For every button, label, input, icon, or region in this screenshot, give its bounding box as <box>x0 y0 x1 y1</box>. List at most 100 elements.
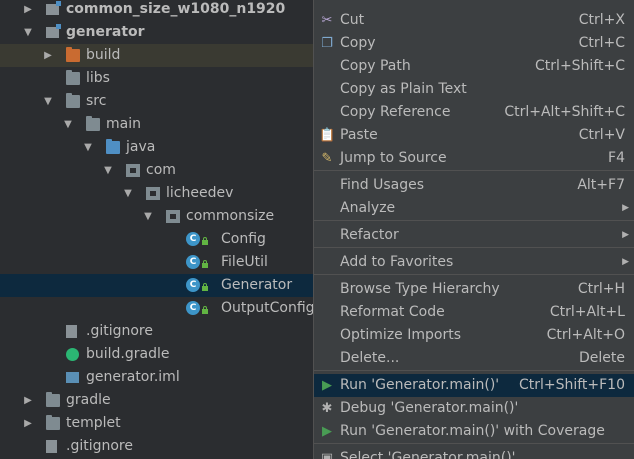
file-icon <box>46 440 57 453</box>
expand-arrow-icon[interactable]: ▼ <box>42 90 54 113</box>
tree-row[interactable]: C Generator <box>0 274 316 297</box>
class-icon: C <box>186 278 200 292</box>
iml-icon <box>66 372 79 383</box>
tree-row[interactable]: .gitignore <box>0 435 316 458</box>
menu-item-browse-type-hierarchy[interactable]: Browse Type Hierarchy Ctrl+H <box>314 278 634 301</box>
tree-row[interactable]: ▶ common_size_w1080_n1920 <box>0 0 316 21</box>
gradle-icon <box>66 348 79 361</box>
expand-arrow-icon[interactable]: ▼ <box>122 182 134 205</box>
module-icon <box>46 24 61 38</box>
menu-item-label: Copy as Plain Text <box>340 81 467 97</box>
menu-item-analyze[interactable]: Analyze ▶ <box>314 197 634 220</box>
menu-item-shortcut: Ctrl+Alt+Shift+C <box>504 104 625 120</box>
tree-row-label: build.gradle <box>86 346 170 362</box>
tree-row[interactable]: generator.iml <box>0 366 316 389</box>
menu-item-label: Jump to Source <box>340 150 447 166</box>
tree-row[interactable]: ▼ generator <box>0 21 316 44</box>
tree-row-label: .gitignore <box>66 438 133 454</box>
tree-row-label: commonsize <box>186 208 275 224</box>
menu-separator <box>314 443 634 444</box>
menu-item-label: Debug 'Generator.main()' <box>340 400 519 416</box>
menu-separator <box>314 170 634 171</box>
tree-row[interactable]: ▼ licheedev <box>0 182 316 205</box>
tree-row[interactable]: build.gradle <box>0 343 316 366</box>
tree-row-label: generator.iml <box>86 369 180 385</box>
menu-item-shortcut: Ctrl+V <box>578 127 625 143</box>
menu-item-label: Reformat Code <box>340 304 445 320</box>
package-icon <box>166 210 180 223</box>
lock-icon <box>202 237 208 245</box>
expand-arrow-icon[interactable]: ▼ <box>22 21 34 44</box>
menu-item-copy[interactable]: ❐ Copy Ctrl+C <box>314 32 634 55</box>
collapse-arrow-icon[interactable]: ▶ <box>42 44 54 67</box>
menu-item-label: Paste <box>340 127 378 143</box>
expand-arrow-icon[interactable]: ▼ <box>102 159 114 182</box>
menu-item-find-usages[interactable]: Find Usages Alt+F7 <box>314 174 634 197</box>
tree-row[interactable]: ▼ java <box>0 136 316 159</box>
submenu-arrow-icon: ▶ <box>622 203 629 213</box>
menu-item-label: Optimize Imports <box>340 327 461 343</box>
expand-arrow-icon[interactable]: ▼ <box>142 205 154 228</box>
tree-row[interactable]: ▼ src <box>0 90 316 113</box>
menu-item-label: Run 'Generator.main()' with Coverage <box>340 423 605 439</box>
tree-row-label: Generator <box>221 277 293 293</box>
expand-arrow-icon[interactable]: ▼ <box>82 136 94 159</box>
menu-item-optimize-imports[interactable]: Optimize Imports Ctrl+Alt+O <box>314 324 634 347</box>
menu-item-shortcut: Ctrl+Shift+C <box>535 58 625 74</box>
menu-separator <box>314 247 634 248</box>
menu-item-run-generator-main[interactable]: ▶ Run 'Generator.main()' Ctrl+Shift+F10 <box>314 374 634 397</box>
menu-separator <box>314 370 634 371</box>
collapse-arrow-icon[interactable]: ▶ <box>22 389 34 412</box>
menu-item-add-to-favorites[interactable]: Add to Favorites ▶ <box>314 251 634 274</box>
scissors-icon: ✂ <box>321 13 333 28</box>
tree-row[interactable]: libs <box>0 67 316 90</box>
tree-row[interactable]: .gitignore <box>0 320 316 343</box>
tree-row-label: templet <box>66 415 121 431</box>
select-config-icon: ▣ <box>320 451 334 459</box>
tree-row[interactable]: ▶ templet <box>0 412 316 435</box>
tree-row[interactable]: ▶ gradle <box>0 389 316 412</box>
menu-item-copy-as-plain-text[interactable]: Copy as Plain Text <box>314 78 634 101</box>
submenu-arrow-icon: ▶ <box>622 257 629 267</box>
tree-row[interactable]: C FileUtil <box>0 251 316 274</box>
tree-row-label: .gitignore <box>86 323 153 339</box>
menu-separator <box>314 220 634 221</box>
menu-item-reformat-code[interactable]: Reformat Code Ctrl+Alt+L <box>314 301 634 324</box>
jump-to-source-icon: ✎ <box>321 151 333 166</box>
tree-row-label: OutputConfig <box>221 300 315 316</box>
menu-item-label: Run 'Generator.main()' <box>340 377 500 393</box>
folder-icon <box>46 392 60 407</box>
menu-item-shortcut: Ctrl+X <box>578 12 625 28</box>
paste-icon: 📋 <box>319 128 336 143</box>
collapse-arrow-icon[interactable]: ▶ <box>22 0 34 21</box>
menu-item-jump-to-source[interactable]: ✎ Jump to Source F4 <box>314 147 634 170</box>
tree-row[interactable]: ▶ build <box>0 44 316 67</box>
tree-row[interactable]: C Config <box>0 228 316 251</box>
tree-row[interactable]: ▼ main <box>0 113 316 136</box>
menu-item-label: Copy <box>340 35 376 51</box>
context-menu[interactable]: ✂ Cut Ctrl+X ❐ Copy Ctrl+C Copy Path Ctrl+Shift… <box>313 0 634 459</box>
menu-item-label: Refactor <box>340 227 399 243</box>
menu-item-delete[interactable]: Delete... Delete <box>314 347 634 370</box>
menu-item-label: Delete... <box>340 350 400 366</box>
tree-row[interactable]: ▼ commonsize <box>0 205 316 228</box>
menu-item-select-generator-main[interactable]: ▣ Select 'Generator.main()' <box>314 447 634 459</box>
run-icon: ▶ <box>322 378 332 393</box>
menu-item-copy-path[interactable]: Copy Path Ctrl+Shift+C <box>314 55 634 78</box>
project-tree[interactable]: ▶ common_size_w1080_n1920 ▼ generator ▶ build… <box>0 0 316 459</box>
menu-item-copy-reference[interactable]: Copy Reference Ctrl+Alt+Shift+C <box>314 101 634 124</box>
menu-item-cut[interactable]: ✂ Cut Ctrl+X <box>314 9 634 32</box>
source-folder-icon <box>106 139 120 154</box>
menu-item-debug-generator-main[interactable]: ✱ Debug 'Generator.main()' <box>314 397 634 420</box>
folder-icon <box>86 116 100 131</box>
excluded-folder-icon <box>66 47 80 62</box>
menu-item-paste[interactable]: 📋 Paste Ctrl+V <box>314 124 634 147</box>
lock-icon <box>202 306 208 314</box>
tree-row-label: generator <box>66 24 145 40</box>
tree-row[interactable]: C OutputConfig <box>0 297 316 320</box>
menu-item-run-generator-main-with-coverage[interactable]: ▶ Run 'Generator.main()' with Coverage <box>314 420 634 443</box>
menu-item-refactor[interactable]: Refactor ▶ <box>314 224 634 247</box>
tree-row[interactable]: ▼ com <box>0 159 316 182</box>
collapse-arrow-icon[interactable]: ▶ <box>22 412 34 435</box>
expand-arrow-icon[interactable]: ▼ <box>62 113 74 136</box>
